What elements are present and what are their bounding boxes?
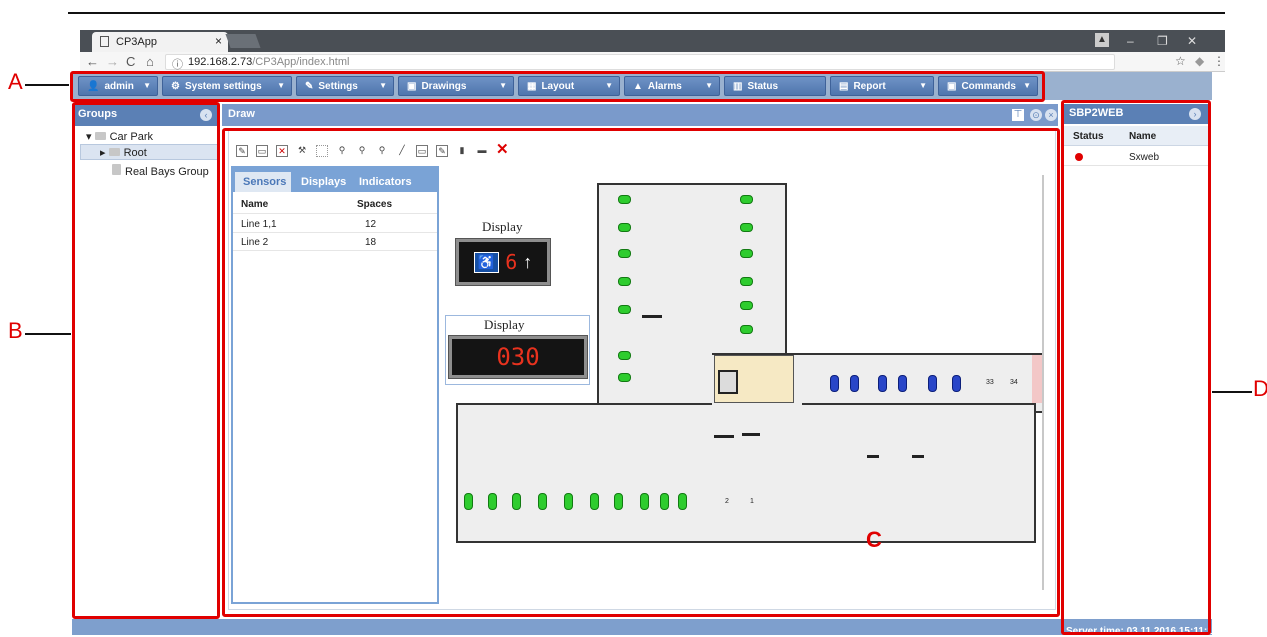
forward-icon[interactable]: → [106,54,119,69]
info-icon: ⓘ [172,59,183,71]
annotation-box-a [70,71,1045,102]
annotation-box-c [222,128,1060,617]
extension-icon[interactable]: ◆ [1195,54,1204,68]
annotation-box-b [72,102,220,619]
annotation-d-line [1212,391,1252,393]
top-rule [68,12,1225,14]
menu-icon[interactable]: ⋮ [1213,54,1225,68]
annotation-a-label: A [8,69,23,94]
annotation-b-label: B [8,318,23,343]
browser-tab-title: CP3App [116,36,157,48]
annotation-b-line [25,333,71,335]
close-panel-icon[interactable]: × [1045,109,1057,121]
settings-circle-icon[interactable]: ⊙ [1030,109,1042,121]
page-icon [100,36,109,47]
profile-icon[interactable]: ▲ [1095,33,1109,47]
annotation-a-line [25,84,69,86]
draw-title: Draw [228,108,255,120]
screenshot-frame: CP3App × ▲ – ❐ ✕ ← → C ⌂ ⓘ 192.168.2.73/… [0,0,1267,637]
close-tab-icon[interactable]: × [215,34,222,48]
back-icon[interactable]: ← [86,54,99,69]
annotation-box-d [1061,100,1211,635]
restore-icon[interactable]: ❐ [1157,34,1168,48]
address-bar[interactable]: ⓘ 192.168.2.73/CP3App/index.html [165,54,1115,71]
url-host: 192.168.2.73 [188,56,253,68]
reload-icon[interactable]: C [126,54,135,69]
bookmark-star-icon[interactable]: ☆ [1175,54,1186,68]
pin-icon[interactable]: ⊤ [1012,109,1024,121]
close-window-icon[interactable]: ✕ [1187,34,1197,48]
url-path: /CP3App/index.html [252,56,350,68]
browser-tab[interactable]: CP3App × [92,32,228,52]
draw-header: Draw [222,104,1058,126]
annotation-d-label: D [1253,376,1267,401]
minimize-icon[interactable]: – [1127,34,1134,48]
status-bar [72,619,1212,635]
home-icon[interactable]: ⌂ [146,54,154,69]
new-tab-button[interactable] [225,34,261,48]
